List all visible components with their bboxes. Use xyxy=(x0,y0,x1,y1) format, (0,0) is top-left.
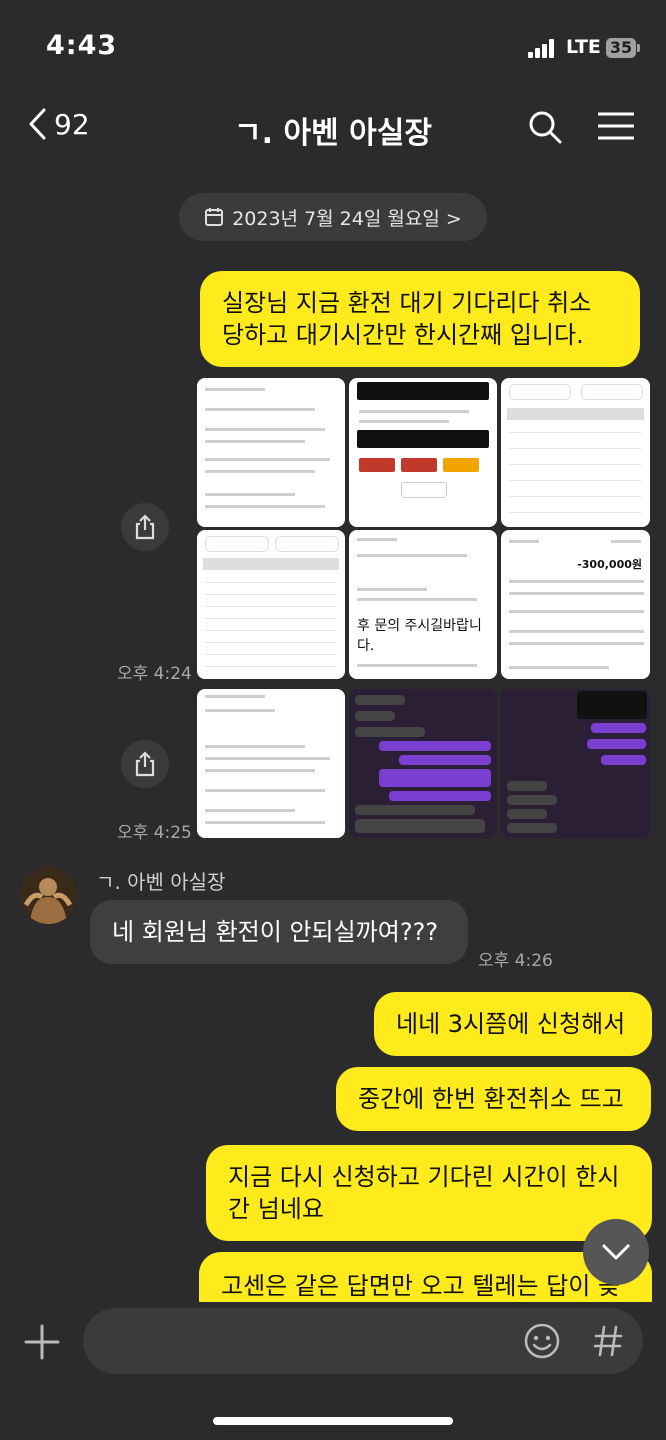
date-divider[interactable]: 2023년 7월 24일 월요일 > xyxy=(179,193,487,241)
share-icon xyxy=(135,514,155,540)
status-time: 4:43 xyxy=(46,30,118,61)
share-button[interactable] xyxy=(121,740,169,788)
their-message[interactable]: 네 회원님 환전이 안되실까여??? xyxy=(90,900,468,964)
message-text: 고센은 같은 답면만 오고 텔레는 답이 늦 xyxy=(221,1272,621,1300)
image-thumbnail[interactable] xyxy=(501,378,650,527)
message-text: 지금 다시 신청하고 기다린 시간이 한시간 넘네요 xyxy=(228,1163,620,1223)
timestamp: 오후 4:25 xyxy=(117,823,192,843)
message-text: 실장님 지금 환전 대기 기다리다 취소 당하고 대기시간만 한시간째 입니다. xyxy=(222,289,592,349)
message-input[interactable] xyxy=(83,1308,643,1374)
sender-name: ㄱ. 아벤 아실장 xyxy=(96,870,226,894)
chat-header: 92 ㄱ. 아벤 아실장 xyxy=(0,96,666,160)
my-message[interactable]: 중간에 한번 환전취소 뜨고 xyxy=(336,1067,651,1131)
scroll-down-button[interactable] xyxy=(583,1219,649,1285)
my-message[interactable]: 실장님 지금 환전 대기 기다리다 취소 당하고 대기시간만 한시간째 입니다. xyxy=(200,271,640,367)
date-label: 2023년 7월 24일 월요일 > xyxy=(232,207,462,230)
image-thumbnail[interactable]: 후 문의 주시길바랍니다. xyxy=(349,530,497,679)
share-button[interactable] xyxy=(121,503,169,551)
share-icon xyxy=(135,751,155,777)
network-label: LTE xyxy=(566,36,601,58)
image-thumbnail[interactable] xyxy=(197,689,345,838)
status-bar: 4:43 LTE 35 xyxy=(0,0,666,96)
image-thumbnail[interactable] xyxy=(349,689,497,838)
thumbnail-caption: 후 문의 주시길바랍니다. xyxy=(357,618,482,654)
battery-icon: 35 xyxy=(606,38,640,58)
image-thumbnail[interactable] xyxy=(197,530,345,679)
search-icon[interactable] xyxy=(528,110,562,144)
image-thumbnail[interactable] xyxy=(349,378,497,527)
my-message[interactable]: 네네 3시쯤에 신청해서 xyxy=(374,992,652,1056)
chat-title: ㄱ. 아벤 아실장 xyxy=(234,116,432,151)
timestamp: 오후 4:26 xyxy=(478,951,553,971)
avatar[interactable] xyxy=(20,867,77,924)
signal-icon xyxy=(528,38,560,58)
my-message[interactable]: 지금 다시 신청하고 기다린 시간이 한시간 넘네요 xyxy=(206,1145,652,1241)
emoji-icon[interactable] xyxy=(523,1322,561,1360)
avatar-image xyxy=(20,867,77,924)
plus-icon[interactable] xyxy=(24,1324,60,1360)
image-thumbnail[interactable] xyxy=(501,689,650,838)
message-text: 네 회원님 환전이 안되실까여??? xyxy=(112,918,439,946)
image-thumbnail[interactable]: -300,000원 xyxy=(501,530,650,679)
input-bar xyxy=(0,1302,666,1440)
image-thumbnail[interactable] xyxy=(197,378,345,527)
thumbnail-amount: -300,000원 xyxy=(577,558,642,571)
chevron-down-icon xyxy=(602,1244,630,1260)
menu-icon[interactable] xyxy=(598,110,634,142)
hashtag-icon[interactable] xyxy=(593,1324,623,1358)
calendar-icon xyxy=(205,208,224,226)
message-text: 네네 3시쯤에 신청해서 xyxy=(396,1010,626,1038)
home-indicator xyxy=(213,1417,453,1425)
timestamp: 오후 4:24 xyxy=(117,664,192,684)
message-text: 중간에 한번 환전취소 뜨고 xyxy=(358,1085,624,1113)
